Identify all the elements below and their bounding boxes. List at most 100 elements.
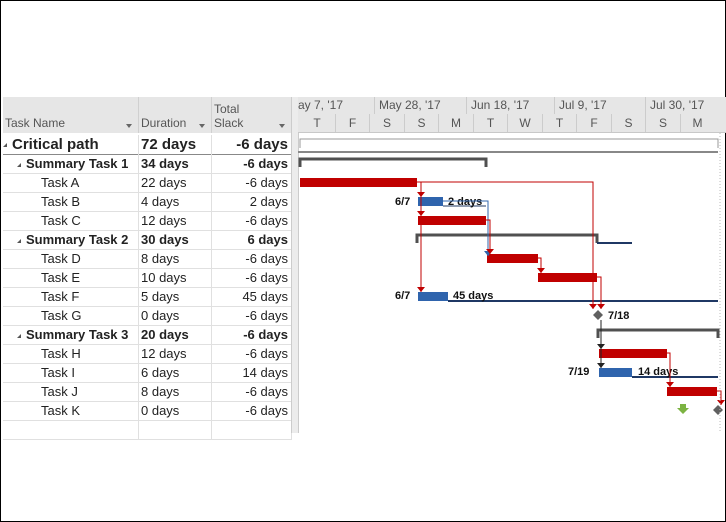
duration-cell[interactable]: 20 days xyxy=(139,325,212,344)
task-name-cell[interactable]: Task K xyxy=(3,401,139,420)
task-name: Task B xyxy=(41,194,81,209)
task-f-start-label: 6/7 xyxy=(395,290,410,302)
task-a-bar[interactable] xyxy=(300,178,417,187)
total-slack-cell[interactable]: -6 days xyxy=(212,306,292,325)
empty-cell[interactable] xyxy=(212,420,292,439)
task-name: Summary Task 3 xyxy=(26,327,129,342)
task-name-cell[interactable]: Task B xyxy=(3,192,139,211)
task-row[interactable]: Task F 5 days 45 days xyxy=(3,287,292,307)
project-summary-bar[interactable] xyxy=(299,138,719,148)
task-c-bar[interactable] xyxy=(418,216,486,225)
task-row[interactable]: Task B 4 days 2 days xyxy=(3,192,292,212)
task-j-bar[interactable] xyxy=(667,387,717,396)
chevron-down-icon[interactable] xyxy=(199,124,205,128)
total-slack-cell[interactable]: 2 days xyxy=(212,192,292,211)
task-i-bar[interactable] xyxy=(599,368,632,377)
task-row[interactable]: Task K 0 days -6 days xyxy=(3,401,292,421)
collapse-triangle-icon[interactable] xyxy=(17,238,21,243)
task-name-cell[interactable]: Task D xyxy=(3,249,139,268)
duration-cell[interactable]: 6 days xyxy=(139,363,212,382)
task-d-bar[interactable] xyxy=(487,254,538,263)
task-f-bar[interactable] xyxy=(418,292,448,301)
chevron-down-icon[interactable] xyxy=(279,124,285,128)
chevron-down-icon[interactable] xyxy=(126,124,132,128)
duration-cell[interactable]: 0 days xyxy=(139,306,212,325)
duration-cell[interactable]: 4 days xyxy=(139,192,212,211)
summary-row[interactable]: Summary Task 1 34 days -6 days xyxy=(3,154,292,174)
total-slack-cell[interactable]: -6 days xyxy=(212,173,292,192)
duration-cell[interactable]: 72 days xyxy=(139,135,212,154)
total-slack-cell[interactable]: -6 days xyxy=(212,325,292,344)
task-row[interactable]: Task G 0 days -6 days xyxy=(3,306,292,326)
total-slack-cell[interactable]: -6 days xyxy=(212,344,292,363)
task-h-bar[interactable] xyxy=(599,349,667,358)
duration-cell[interactable]: 10 days xyxy=(139,268,212,287)
total-slack-cell[interactable]: 45 days xyxy=(212,287,292,306)
duration-cell[interactable]: 8 days xyxy=(139,249,212,268)
total-slack-cell[interactable]: -6 days xyxy=(212,135,292,154)
duration-cell[interactable]: 12 days xyxy=(139,344,212,363)
task-name-cell[interactable]: Task C xyxy=(3,211,139,230)
summary-row[interactable]: Summary Task 2 30 days 6 days xyxy=(3,230,292,250)
column-header-task-name[interactable]: Task Name xyxy=(3,97,139,133)
link-arrow-icon xyxy=(717,400,725,405)
total-slack-cell[interactable]: -6 days xyxy=(212,249,292,268)
duration-cell[interactable]: 5 days xyxy=(139,287,212,306)
task-name-cell[interactable]: Summary Task 1 xyxy=(3,154,139,173)
total-slack-cell[interactable]: 14 days xyxy=(212,363,292,382)
total-slack-cell[interactable]: 6 days xyxy=(212,230,292,249)
task-row[interactable]: Task I 6 days 14 days xyxy=(3,363,292,383)
empty-cell[interactable] xyxy=(3,420,139,439)
duration-cell[interactable]: 12 days xyxy=(139,211,212,230)
collapse-triangle-icon[interactable] xyxy=(17,333,21,338)
task-name-cell[interactable]: Summary Task 3 xyxy=(3,325,139,344)
task-b-bar[interactable] xyxy=(418,197,443,206)
task-e-bar[interactable] xyxy=(538,273,597,282)
summary-row[interactable]: Critical path 72 days -6 days xyxy=(3,135,292,155)
task-name-cell[interactable]: Task J xyxy=(3,382,139,401)
summary-row[interactable]: Summary Task 3 20 days -6 days xyxy=(3,325,292,345)
task-name-cell[interactable]: Task H xyxy=(3,344,139,363)
empty-row[interactable] xyxy=(3,420,292,440)
total-slack-cell[interactable]: -6 days xyxy=(212,268,292,287)
task-row[interactable]: Task C 12 days -6 days xyxy=(3,211,292,231)
gantt-chart: ay 7, '17 May 28, '17 Jun 18, '17 Jul 9, '1… xyxy=(298,97,726,433)
task-b-start-label: 6/7 xyxy=(395,196,410,208)
duration-cell[interactable]: 0 days xyxy=(139,401,212,420)
collapse-triangle-icon[interactable] xyxy=(3,143,7,148)
summary-task-2-bar[interactable] xyxy=(415,233,599,243)
link-arrow-icon xyxy=(417,287,425,292)
task-name-cell[interactable]: Task I xyxy=(3,363,139,382)
total-slack-cell[interactable]: -6 days xyxy=(212,401,292,420)
total-slack-cell[interactable]: -6 days xyxy=(212,382,292,401)
task-name: Task E xyxy=(41,270,81,285)
duration-cell[interactable]: 8 days xyxy=(139,382,212,401)
summary-task-3-bar[interactable] xyxy=(596,328,720,338)
task-name-cell[interactable]: Task G xyxy=(3,306,139,325)
task-name-cell[interactable]: Critical path xyxy=(3,135,139,154)
task-name-cell[interactable]: Task F xyxy=(3,287,139,306)
task-row[interactable]: Task D 8 days -6 days xyxy=(3,249,292,269)
task-row[interactable]: Task A 22 days -6 days xyxy=(3,173,292,193)
task-row[interactable]: Task E 10 days -6 days xyxy=(3,268,292,288)
task-name: Task F xyxy=(41,289,80,304)
task-row[interactable]: Task J 8 days -6 days xyxy=(3,382,292,402)
task-g-date-label: 7/18 xyxy=(608,310,629,322)
task-name-cell[interactable]: Summary Task 2 xyxy=(3,230,139,249)
total-slack-cell[interactable]: -6 days xyxy=(212,154,292,173)
duration-cell[interactable]: 34 days xyxy=(139,154,212,173)
duration-cell[interactable]: 22 days xyxy=(139,173,212,192)
empty-cell[interactable] xyxy=(139,420,212,439)
deadline-arrow-icon[interactable] xyxy=(677,404,689,414)
task-row[interactable]: Task H 12 days -6 days xyxy=(3,344,292,364)
duration-cell[interactable]: 30 days xyxy=(139,230,212,249)
total-slack-cell[interactable]: -6 days xyxy=(212,211,292,230)
column-header-duration[interactable]: Duration xyxy=(139,97,212,133)
collapse-triangle-icon[interactable] xyxy=(17,162,21,167)
task-name-cell[interactable]: Task A xyxy=(3,173,139,192)
task-name-cell[interactable]: Task E xyxy=(3,268,139,287)
column-header-total-slack[interactable]: Total Slack xyxy=(212,97,292,133)
summary-task-1-bar[interactable] xyxy=(298,157,488,167)
task-g-milestone[interactable] xyxy=(593,310,603,320)
task-k-milestone[interactable] xyxy=(713,405,723,415)
